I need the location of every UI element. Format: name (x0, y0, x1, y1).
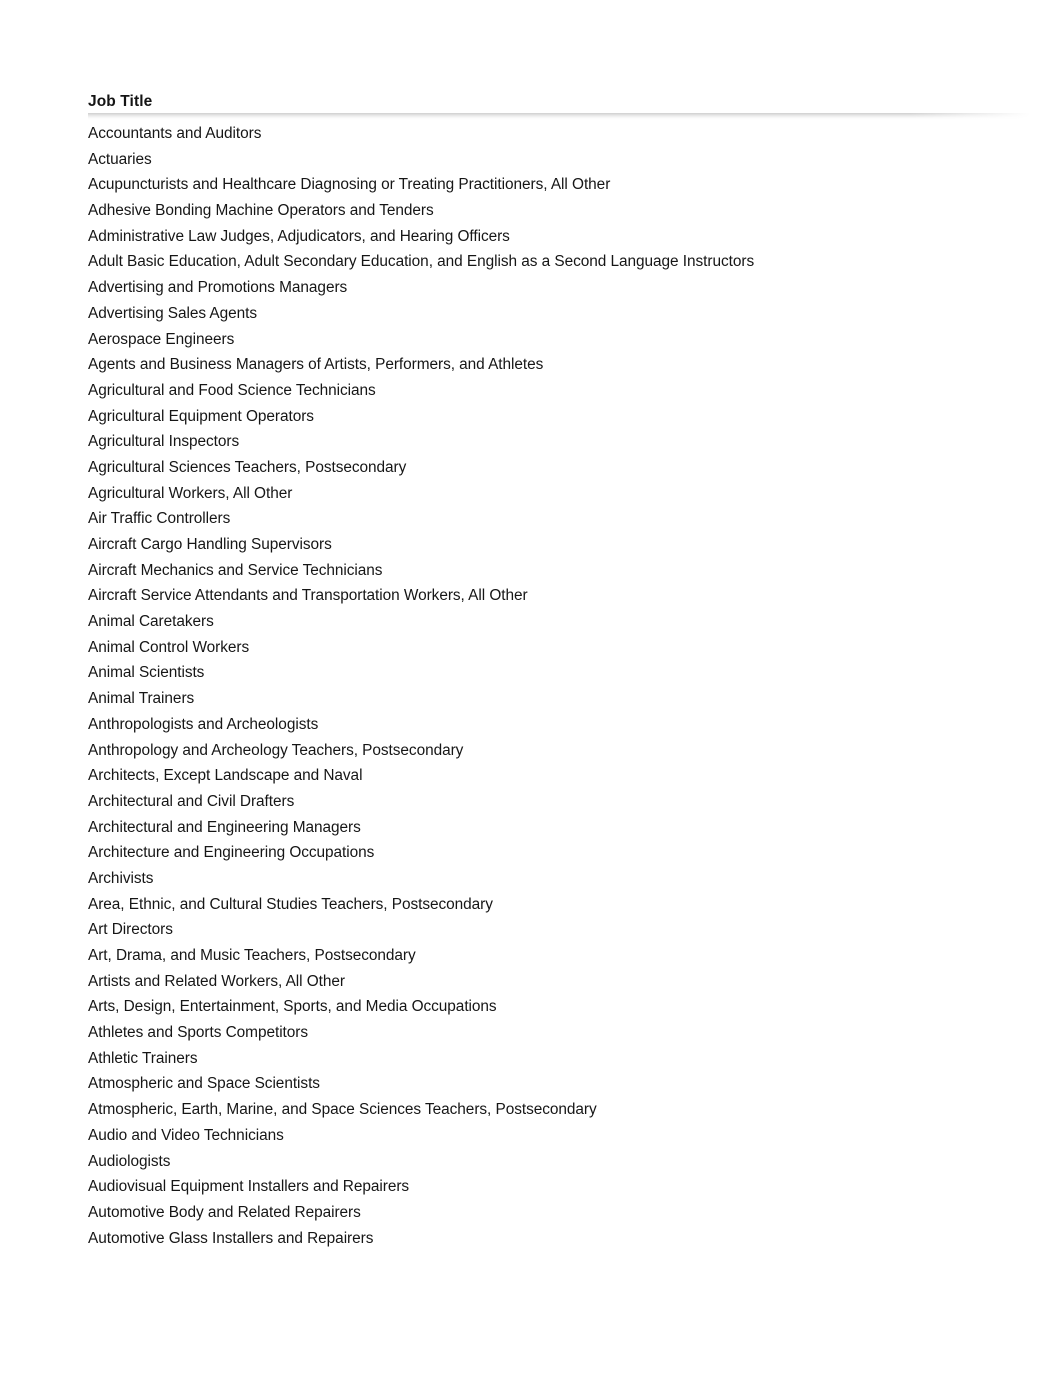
job-title-row: Anthropology and Archeology Teachers, Po… (88, 741, 464, 759)
job-title-row: Advertising Sales Agents (88, 304, 258, 322)
job-title-row: Audiologists (88, 1152, 171, 1170)
job-title-row: Adhesive Bonding Machine Operators and T… (88, 202, 434, 220)
job-title-row: Animal Control Workers (88, 638, 250, 656)
job-title-row: Agents and Business Managers of Artists,… (88, 356, 544, 374)
job-title-row: Athletic Trainers (88, 1049, 198, 1067)
job-title-row: Atmospheric and Space Scientists (88, 1075, 320, 1093)
job-title-row: Agricultural and Food Science Technician… (88, 381, 376, 399)
job-title-row: Audiovisual Equipment Installers and Rep… (88, 1178, 410, 1196)
job-title-row: Animal Caretakers (88, 613, 214, 631)
job-title-row: Administrative Law Judges, Adjudicators,… (88, 227, 510, 245)
job-title-list: Accountants and Auditors Actuaries Acupunc… (88, 121, 1038, 1251)
job-title-row: Acupuncturists and Healthcare Diagnosing… (88, 176, 611, 194)
job-title-row: Anthropologists and Archeologists (88, 715, 319, 733)
document-page: Job Title Accountants and Auditors Actuar… (0, 0, 1062, 1377)
job-title-row: Aerospace Engineers (88, 330, 235, 348)
job-title-row: Automotive Glass Installers and Repairer… (88, 1229, 374, 1247)
job-title-row: Agricultural Workers, All Other (88, 484, 293, 502)
job-title-row: Advertising and Promotions Managers (88, 279, 348, 297)
job-title-row: Art, Drama, and Music Teachers, Postseco… (88, 947, 416, 964)
job-title-row: Artists and Related Workers, All Other (88, 972, 345, 990)
job-title-row: Arts, Design, Entertainment, Sports, and… (88, 998, 497, 1016)
job-title-row: Area, Ethnic, and Cultural Studies Teach… (88, 895, 493, 913)
job-title-row: Automotive Body and Related Repairers (88, 1203, 361, 1221)
job-title-row: Aircraft Mechanics and Service Technicia… (88, 561, 383, 579)
header-shadow-divider (88, 113, 1030, 120)
job-title-row: Audio and Video Technicians (88, 1126, 284, 1144)
job-title-row: Agricultural Sciences Teachers, Postseco… (88, 458, 407, 476)
job-title-row: Art Directors (88, 921, 173, 939)
job-title-row: Accountants and Auditors (88, 125, 262, 142)
job-title-row: Athletes and Sports Competitors (88, 1024, 309, 1042)
column-header-row: Job Title (88, 88, 1038, 120)
job-title-row: Aircraft Service Attendants and Transpor… (88, 587, 528, 605)
job-title-row: Agricultural Inspectors (88, 433, 240, 451)
job-title-row: Adult Basic Education, Adult Secondary E… (88, 253, 755, 271)
job-title-row: Archivists (88, 869, 154, 887)
column-header-job-title: Job Title (88, 93, 153, 110)
job-title-row: Architectural and Civil Drafters (88, 792, 295, 810)
job-title-row: Actuaries (88, 150, 152, 168)
job-title-row: Architectural and Engineering Managers (88, 818, 361, 836)
job-title-row: Architecture and Engineering Occupations (88, 844, 375, 862)
job-title-row: Aircraft Cargo Handling Supervisors (88, 536, 332, 553)
job-title-row: Architects, Except Landscape and Naval (88, 767, 363, 785)
job-title-row: Animal Trainers (88, 690, 195, 708)
job-title-row: Air Traffic Controllers (88, 510, 231, 528)
job-title-row: Atmospheric, Earth, Marine, and Space Sc… (88, 1101, 597, 1119)
job-title-column: Job Title Accountants and Auditors Actuar… (88, 88, 1038, 1251)
job-title-row: Agricultural Equipment Operators (88, 407, 314, 425)
job-title-row: Animal Scientists (88, 664, 205, 682)
